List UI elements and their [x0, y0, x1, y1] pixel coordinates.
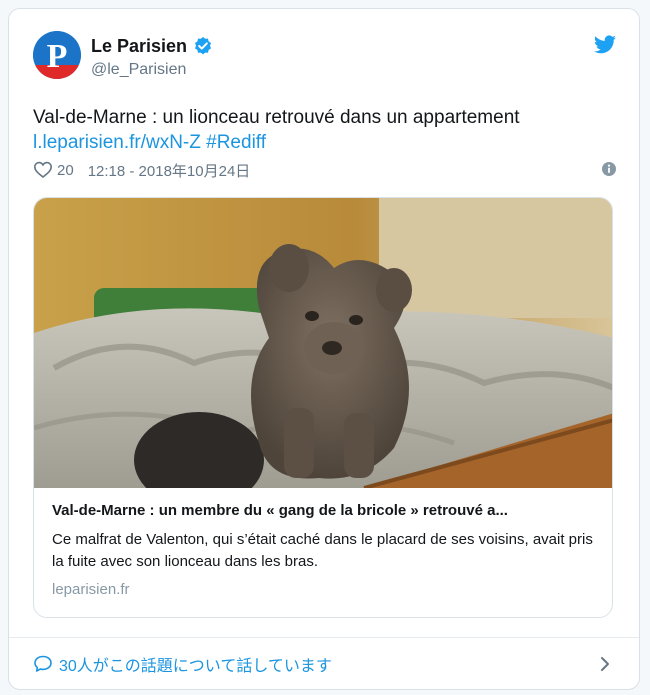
link-preview-card[interactable]: Val-de-Marne : un membre du « gang de la…: [33, 197, 613, 618]
author-names: Le Parisien @le_Parisien: [91, 35, 213, 79]
heart-icon[interactable]: [33, 160, 53, 180]
info-icon[interactable]: [601, 161, 617, 177]
speech-bubble-icon: [34, 655, 52, 672]
embedded-tweet: P Le Parisien @le_Parisien Val-de-Marne …: [8, 8, 640, 690]
tweet-text: Val-de-Marne : un lionceau retrouvé dans…: [33, 105, 623, 155]
link-card-domain: leparisien.fr: [52, 581, 130, 598]
conversation-text[interactable]: 30人がこの話題について話しています: [59, 652, 332, 676]
tweet-header: P Le Parisien @le_Parisien: [33, 31, 619, 83]
link-card-body: Val-de-Marne : un membre du « gang de la…: [52, 502, 600, 598]
link-card-title[interactable]: Val-de-Marne : un membre du « gang de la…: [52, 502, 600, 519]
twitter-bird-icon[interactable]: [593, 33, 617, 57]
verified-badge-icon: [195, 37, 212, 55]
avatar[interactable]: P: [33, 31, 81, 79]
tweet-link[interactable]: l.leparisien.fr/wxN-Z #Rediff: [33, 130, 623, 155]
timestamp[interactable]: 12:18 - 2018年10月24日: [88, 160, 251, 181]
avatar-letter: P: [47, 38, 68, 75]
conversation-footer[interactable]: 30人がこの話題について話しています: [9, 637, 639, 689]
like-count: 20: [57, 161, 74, 179]
tweet-meta: 20 12:18 - 2018年10月24日: [33, 159, 619, 181]
tweet-body: Val-de-Marne : un lionceau retrouvé dans…: [33, 107, 520, 128]
link-card-description: Ce malfrat de Valenton, qui s’était cach…: [52, 531, 593, 570]
display-name[interactable]: Le Parisien: [91, 36, 187, 57]
handle[interactable]: @le_Parisien: [91, 61, 213, 79]
chevron-right-icon[interactable]: [595, 654, 615, 674]
lion-cub-on-bed-photo: [34, 198, 612, 488]
